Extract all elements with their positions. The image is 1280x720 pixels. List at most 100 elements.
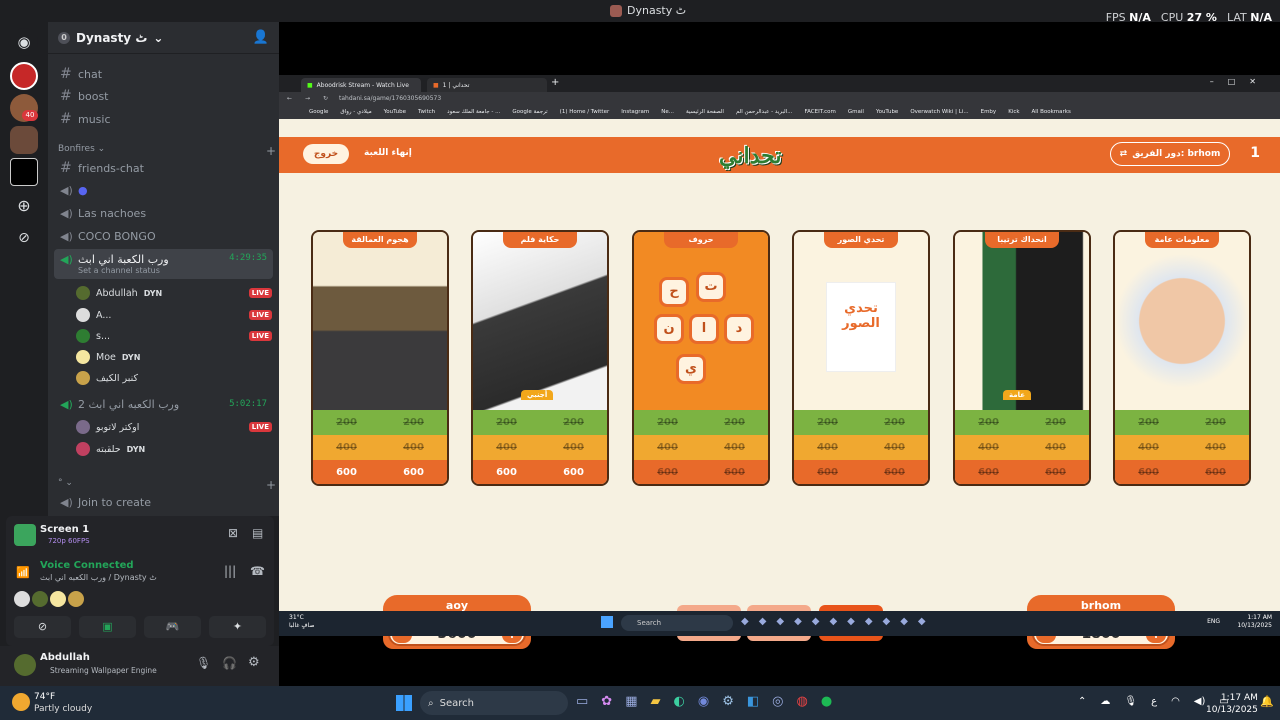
clock[interactable]: 1:17 AM 10/13/2025 [1206, 692, 1258, 716]
bookmark-item[interactable]: (1) Home / Twitter [560, 109, 610, 115]
category-card[interactable]: انحداك ترتيبا عامة 200 200 400 400 600 600 [953, 230, 1091, 486]
question-value-button[interactable]: 200 [978, 417, 999, 428]
edge-icon[interactable]: ◐ [674, 694, 685, 709]
explore-icon[interactable]: ⊘ [10, 224, 38, 252]
invite-icon[interactable]: 👤 [253, 30, 269, 45]
store-icon[interactable]: ▦ [625, 694, 637, 709]
question-value-button[interactable]: 400 [657, 442, 678, 453]
bookmark-item[interactable]: YouTube [384, 109, 406, 115]
question-value-button[interactable]: 200 [563, 417, 584, 428]
category-card[interactable]: معلومات عامة 200 200 400 400 600 600 [1113, 230, 1251, 486]
question-value-button[interactable]: 400 [336, 442, 357, 453]
category-collapsed[interactable]: ° ⌄ + [58, 478, 276, 492]
tab-game[interactable]: ■ تحداني | 1 [427, 78, 547, 92]
question-value-button[interactable]: 600 [1045, 467, 1066, 478]
category-card[interactable]: حكاية فلم أجنبي 200 200 400 400 600 600 [471, 230, 609, 486]
question-value-button[interactable]: 600 [884, 467, 905, 478]
question-value-button[interactable]: 200 [403, 417, 424, 428]
question-value-button[interactable]: 600 [657, 467, 678, 478]
activity-button[interactable]: 🎮 [144, 616, 201, 638]
voice-member[interactable]: Moe DYN [76, 348, 276, 366]
category-bonfires[interactable]: Bonfires ⌄ + [58, 144, 276, 158]
bookmark-item[interactable]: Instagram [621, 109, 649, 115]
onedrive-icon[interactable]: ☁ [1100, 696, 1110, 707]
server-icon[interactable] [10, 62, 38, 90]
question-value-button[interactable]: 600 [403, 467, 424, 478]
reload-icon[interactable]: ↻ [323, 95, 328, 102]
voice-channel-join-to-create[interactable]: ◀) Join to create [54, 492, 273, 512]
question-value-button[interactable]: 200 [496, 417, 517, 428]
window-controls[interactable]: –□✕ [1210, 77, 1270, 86]
taskbar-search[interactable]: Search [621, 615, 733, 631]
voice-member[interactable]: s... LIVE [76, 327, 276, 345]
voice-channel[interactable]: ◀) ● [54, 180, 273, 200]
question-value-button[interactable]: 600 [817, 467, 838, 478]
question-value-button[interactable]: 200 [724, 417, 745, 428]
stop-stream-icon[interactable]: ⊠ [228, 526, 238, 540]
soundboard-icon[interactable]: ||| [224, 564, 236, 578]
bookmark-item[interactable]: Google [309, 109, 328, 115]
category-card[interactable]: تحدي الصور تحدي الصور 200 200 400 400 600 600 [792, 230, 930, 486]
question-value-button[interactable]: 200 [1138, 417, 1159, 428]
soundboard-button[interactable]: ✦ [209, 616, 266, 638]
popout-icon[interactable]: ▤ [252, 526, 263, 540]
bookmark-item[interactable]: Twitch [418, 109, 435, 115]
weather-icon[interactable] [12, 693, 30, 711]
tray[interactable]: ENG [1207, 618, 1220, 625]
bookmark-item[interactable]: Overwatch Wiki | Li... [910, 109, 968, 115]
weather-temp[interactable]: 74°F [34, 692, 55, 702]
voice-member[interactable]: Abdullah DYN LIVE [76, 284, 276, 302]
voice-channel-active[interactable]: ◀) ورب الكعبة اني ابث 4:29:35 Set a chan… [54, 249, 273, 279]
question-value-button[interactable]: 200 [336, 417, 357, 428]
camera-off-button[interactable]: ⊘ [14, 616, 71, 638]
question-value-button[interactable]: 400 [724, 442, 745, 453]
question-value-button[interactable]: 600 [496, 467, 517, 478]
voice-channel-las-nachoes[interactable]: ◀) Las nachoes [54, 203, 273, 223]
bookmark-item[interactable]: FACEIT.com [804, 109, 835, 115]
question-value-button[interactable]: 600 [1205, 467, 1226, 478]
app-icon[interactable]: ◎ [772, 694, 783, 709]
headphones-icon[interactable]: 🎧 [222, 656, 237, 670]
channel-boost[interactable]: # boost [54, 86, 273, 106]
disconnect-icon[interactable]: ☎ [250, 564, 265, 578]
task-view-icon[interactable]: ▭ [576, 694, 588, 709]
channel-friends-chat[interactable]: # friends-chat [54, 158, 273, 178]
tab-stream[interactable]: ■ Aboodrisk Stream - Watch Live [301, 78, 421, 92]
voice-member[interactable]: A... LIVE [76, 306, 276, 324]
voice-connected-sub[interactable]: ورب الكعبه اني ابث / Dynasty ٹ [40, 573, 157, 582]
bookmark-item[interactable]: Emby [981, 109, 997, 115]
share-screen-button[interactable]: ▣ [79, 616, 136, 638]
language-indicator[interactable]: ع [1151, 696, 1157, 707]
forward-icon[interactable]: → [305, 95, 310, 102]
voice-channel-2[interactable]: ◀) ورب الكعبه اني ابث 2 5:02:17 [54, 394, 273, 414]
mic-icon[interactable]: 🎙 [1124, 696, 1137, 707]
weather-desc[interactable]: Partly cloudy [34, 704, 92, 714]
question-value-button[interactable]: 400 [1205, 442, 1226, 453]
channel-chat[interactable]: # chat [54, 64, 273, 84]
question-value-button[interactable]: 200 [1205, 417, 1226, 428]
discord-home-icon[interactable]: ◉ [10, 28, 38, 56]
question-value-button[interactable]: 600 [1138, 467, 1159, 478]
volume-icon[interactable]: ◀) [1194, 696, 1206, 707]
question-value-button[interactable]: 400 [978, 442, 999, 453]
bookmark-item[interactable]: البريد - عبدالرحمن الم... [736, 109, 793, 115]
notification-bell-icon[interactable]: 🔔 [1260, 695, 1274, 708]
bookmark-item[interactable]: ميلادي - رواق [340, 109, 371, 115]
url-text[interactable]: tahdani.sa/game/1760305690573 [339, 95, 441, 102]
question-value-button[interactable]: 200 [817, 417, 838, 428]
question-value-button[interactable]: 600 [724, 467, 745, 478]
question-value-button[interactable]: 600 [563, 467, 584, 478]
file-explorer-icon[interactable]: ▰ [651, 694, 661, 709]
question-value-button[interactable]: 400 [817, 442, 838, 453]
bookmark-item[interactable]: Gmail [848, 109, 864, 115]
question-value-button[interactable]: 200 [884, 417, 905, 428]
avatar[interactable] [68, 591, 84, 607]
add-server-icon[interactable]: ⊕ [10, 192, 38, 220]
question-value-button[interactable]: 400 [884, 442, 905, 453]
bookmark-item[interactable]: Google ترجمة [512, 109, 547, 115]
voice-member[interactable]: اوكتر لاتوبو LIVE [76, 418, 276, 436]
category-card[interactable]: هجوم العمالقة 200 200 400 400 600 600 [311, 230, 449, 486]
taskbar-apps[interactable]: ◆◆◆◆◆◆◆◆◆◆◆ [741, 616, 936, 627]
new-tab-icon[interactable]: + [551, 77, 559, 88]
category-card[interactable]: ت ح د ا ن ي حروف 200 200 400 400 600 600 [632, 230, 770, 486]
